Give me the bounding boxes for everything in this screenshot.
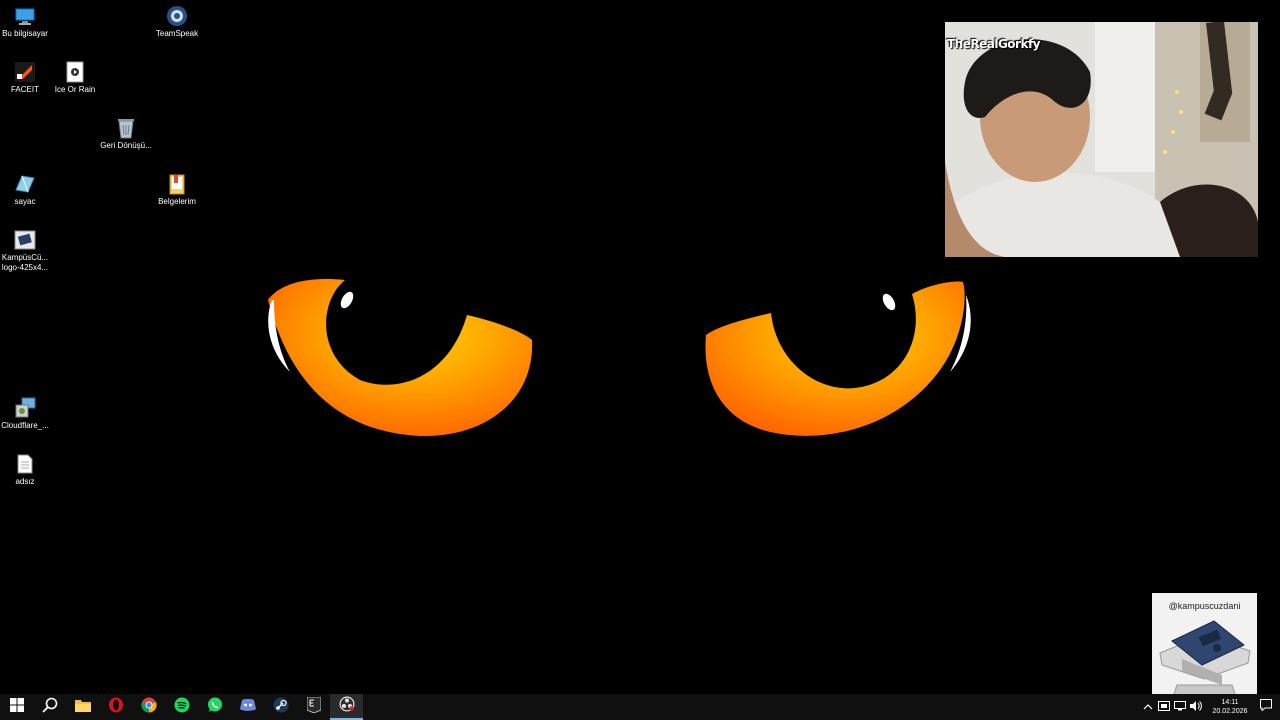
obs-icon [339, 696, 355, 717]
start-icon [9, 697, 24, 717]
this-pc-icon [14, 5, 36, 27]
taskbar-whatsapp[interactable] [198, 694, 231, 720]
desktop-icon-label: Cloudflare_... [1, 421, 49, 430]
tray-overflow-chevron[interactable] [1140, 694, 1156, 720]
opera-icon [108, 697, 124, 718]
desktop-icon-sayac[interactable]: sayac [0, 173, 55, 207]
webcam-username: TheRealGorkfy [947, 37, 1041, 51]
desktop-icon-label: KampüsCü... logo-425x4... [1, 253, 49, 272]
desktop-icon-belgelerim[interactable]: Belgelerim [147, 173, 207, 207]
taskbar-clock[interactable]: 14:11 20.02.2026 [1208, 698, 1252, 716]
taskbar-chrome[interactable] [132, 694, 165, 720]
steam-icon [273, 697, 289, 718]
desktop-icon-label: Geri Dönüşü... [100, 141, 152, 150]
desktop-icon-label: Belgelerim [158, 197, 196, 206]
desktop-icon-recycle-bin[interactable]: Geri Dönüşü... [96, 117, 156, 151]
desktop-icon-label: sayac [14, 197, 36, 206]
tray-app-item[interactable] [1156, 694, 1172, 720]
speaker-icon [1190, 698, 1202, 716]
desktop-icon-label: TeamSpeak [155, 29, 199, 38]
webcam-feed [945, 22, 1258, 257]
notification-icon [1260, 698, 1272, 716]
teamspeak-icon [166, 5, 188, 27]
spotify-icon [174, 697, 190, 718]
promo-overlay: @kampuscuzdani [1152, 593, 1257, 694]
chrome-icon [140, 697, 157, 718]
recycle-bin-icon [115, 117, 137, 139]
chevron-up-icon [1143, 698, 1153, 716]
desktop-icon-cloudflare[interactable]: Cloudflare_... [0, 397, 55, 431]
desktop-icon-label: Bu bilgisayar [2, 29, 48, 38]
webcam-overlay: TheRealGorkfy [945, 22, 1258, 257]
window-capture-icon [1158, 698, 1170, 716]
desktop[interactable]: Bu bilgisayar TeamSpeak FACEIT Ice Or Ra… [0, 0, 1280, 694]
whatsapp-icon [207, 697, 223, 718]
taskbar-opera[interactable] [99, 694, 132, 720]
clock-date: 20.02.2026 [1212, 708, 1248, 715]
system-tray: 14:11 20.02.2026 [1140, 694, 1280, 720]
taskbar-discord[interactable] [231, 694, 264, 720]
ice-or-rain-icon [64, 61, 86, 83]
sayac-icon [14, 173, 36, 195]
discord-icon [239, 698, 256, 717]
taskbar-obs[interactable] [330, 694, 363, 720]
network-icon [1174, 698, 1186, 716]
taskbar-epic-games[interactable] [297, 694, 330, 720]
desktop-icon-adsiz[interactable]: adsız [0, 453, 55, 487]
clock-time: 14:11 [1221, 699, 1239, 706]
desktop-icon-label: Ice Or Rain [54, 85, 96, 94]
notification-center-button[interactable] [1252, 694, 1280, 720]
desktop-icon-ice-or-rain[interactable]: Ice Or Rain [45, 61, 105, 95]
search-button[interactable] [33, 694, 66, 720]
tray-volume[interactable] [1188, 694, 1204, 720]
desktop-icon-this-pc[interactable]: Bu bilgisayar [0, 5, 55, 39]
desktop-icon-teamspeak[interactable]: TeamSpeak [147, 5, 207, 39]
kampuscuzdani-logo [1159, 620, 1251, 694]
taskbar-spotify[interactable] [165, 694, 198, 720]
search-icon [41, 697, 58, 718]
taskbar-steam[interactable] [264, 694, 297, 720]
epic-games-icon [306, 696, 321, 718]
text-file-icon [14, 453, 36, 475]
image-file-icon [14, 229, 36, 251]
desktop-icon-label: adsız [15, 477, 35, 486]
file-explorer-icon [74, 698, 91, 717]
taskbar-file-explorer[interactable] [66, 694, 99, 720]
desktop-icon-kampuscuzdani-logo[interactable]: KampüsCü... logo-425x4... [0, 229, 55, 273]
faceit-icon [14, 61, 36, 83]
tray-network[interactable] [1172, 694, 1188, 720]
start-button[interactable] [0, 694, 33, 720]
documents-folder-icon [166, 173, 188, 195]
cloudflare-installer-icon [14, 397, 36, 419]
taskbar: 14:11 20.02.2026 [0, 694, 1280, 720]
